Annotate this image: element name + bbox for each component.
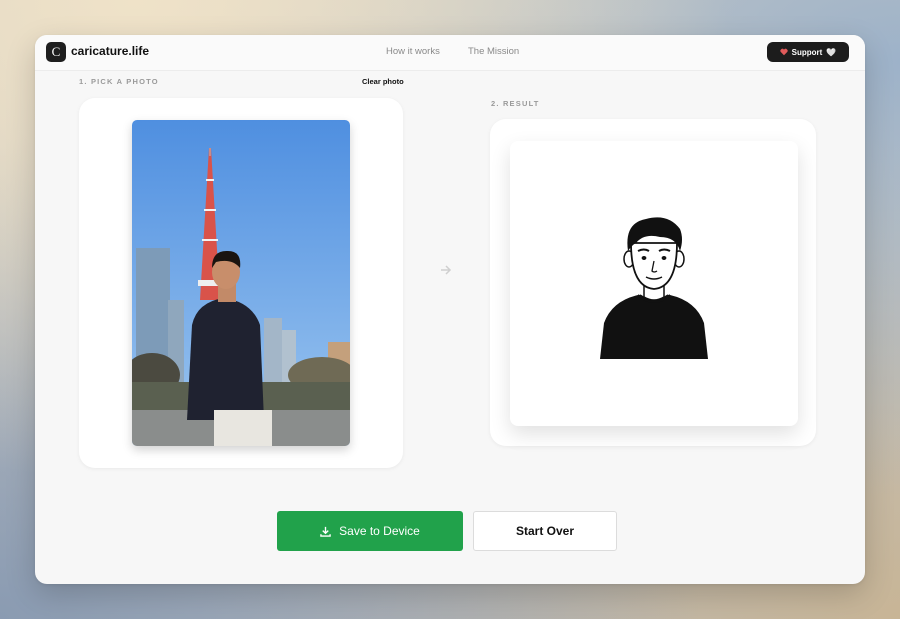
- save-label: Save to Device: [339, 524, 420, 538]
- support-label: Support: [791, 47, 823, 57]
- start-over-button[interactable]: Start Over: [473, 511, 617, 551]
- top-bar: C caricature.life How it works The Missi…: [35, 35, 865, 71]
- save-to-device-button[interactable]: Save to Device: [277, 511, 463, 551]
- start-over-label: Start Over: [515, 524, 575, 538]
- logo-icon[interactable]: C: [46, 42, 66, 62]
- support-emoji: 🤍: [826, 47, 837, 57]
- result-label: 2. RESULT: [491, 99, 540, 108]
- heart-icon: [780, 48, 788, 56]
- app-window: C caricature.life How it works The Missi…: [35, 35, 865, 584]
- uploaded-photo: [132, 120, 350, 446]
- arrow-right-icon: [440, 263, 452, 279]
- support-button[interactable]: Support 🤍: [767, 42, 849, 62]
- nav-the-mission[interactable]: The Mission: [468, 46, 519, 57]
- nav-how-it-works[interactable]: How it works: [386, 46, 440, 57]
- clear-photo-button[interactable]: Clear photo: [362, 77, 404, 86]
- caricature-image: [600, 217, 708, 359]
- app-name[interactable]: caricature.life: [71, 44, 149, 58]
- caricature-result: [510, 141, 798, 426]
- download-icon: [320, 526, 331, 537]
- pick-photo-label: 1. PICK A PHOTO: [79, 77, 159, 86]
